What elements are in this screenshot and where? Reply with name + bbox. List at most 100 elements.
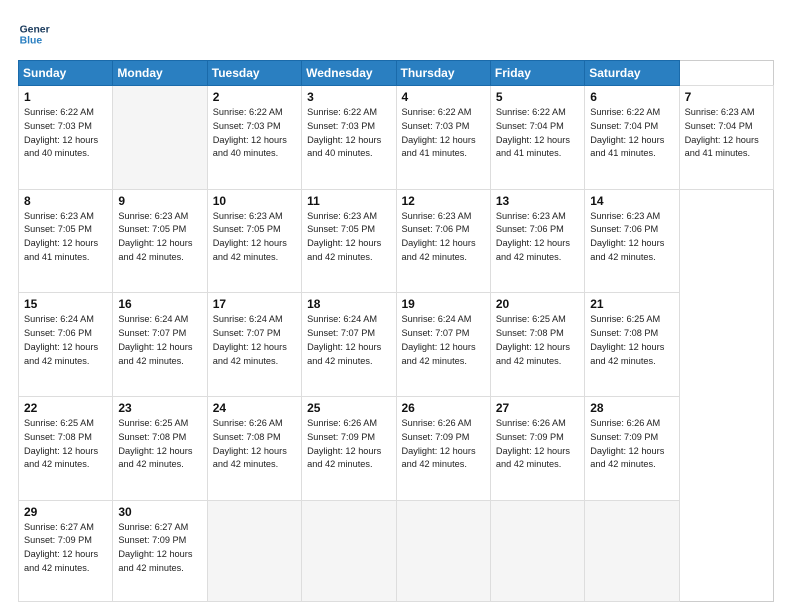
day-info: Sunrise: 6:25 AMSunset: 7:08 PMDaylight:… xyxy=(118,417,201,472)
calendar-day-cell: 18Sunrise: 6:24 AMSunset: 7:07 PMDayligh… xyxy=(302,293,396,397)
day-number: 5 xyxy=(496,90,579,104)
day-info: Sunrise: 6:26 AMSunset: 7:09 PMDaylight:… xyxy=(402,417,485,472)
day-info: Sunrise: 6:24 AMSunset: 7:07 PMDaylight:… xyxy=(307,313,390,368)
page: General Blue SundayMondayTuesdayWednesda… xyxy=(0,0,792,612)
day-number: 7 xyxy=(685,90,768,104)
calendar-day-cell: 1 Sunrise: 6:22 AMSunset: 7:03 PMDaylight… xyxy=(19,86,113,190)
day-info: Sunrise: 6:26 AMSunset: 7:08 PMDaylight:… xyxy=(213,417,296,472)
day-info: Sunrise: 6:27 AMSunset: 7:09 PMDaylight:… xyxy=(24,521,107,576)
logo-icon: General Blue xyxy=(18,18,50,50)
day-info: Sunrise: 6:22 AMSunset: 7:03 PMDaylight:… xyxy=(24,106,107,161)
calendar-day-cell: 4Sunrise: 6:22 AMSunset: 7:03 PMDaylight… xyxy=(396,86,490,190)
calendar-day-cell: 14 Sunrise: 6:23 AMSunset: 7:06 PMDayligh… xyxy=(585,189,679,293)
calendar-day-cell: 20 Sunrise: 6:25 AMSunset: 7:08 PMDayligh… xyxy=(490,293,584,397)
day-info: Sunrise: 6:22 AMSunset: 7:03 PMDaylight:… xyxy=(402,106,485,161)
day-info: Sunrise: 6:23 AMSunset: 7:06 PMDaylight:… xyxy=(496,210,579,265)
calendar-day-cell: 24 Sunrise: 6:26 AMSunset: 7:08 PMDayligh… xyxy=(207,396,301,500)
day-info: Sunrise: 6:25 AMSunset: 7:08 PMDaylight:… xyxy=(24,417,107,472)
day-info: Sunrise: 6:23 AMSunset: 7:05 PMDaylight:… xyxy=(24,210,107,265)
day-info: Sunrise: 6:24 AMSunset: 7:07 PMDaylight:… xyxy=(213,313,296,368)
calendar-day-cell: 5Sunrise: 6:22 AMSunset: 7:04 PMDaylight… xyxy=(490,86,584,190)
day-number: 11 xyxy=(307,194,390,208)
day-info: Sunrise: 6:23 AMSunset: 7:04 PMDaylight:… xyxy=(685,106,768,161)
day-number: 23 xyxy=(118,401,201,415)
calendar-day-cell: 16Sunrise: 6:24 AMSunset: 7:07 PMDayligh… xyxy=(113,293,207,397)
day-number: 28 xyxy=(590,401,673,415)
day-number: 13 xyxy=(496,194,579,208)
calendar-week-row: 1 Sunrise: 6:22 AMSunset: 7:03 PMDaylight… xyxy=(19,86,774,190)
day-info: Sunrise: 6:26 AMSunset: 7:09 PMDaylight:… xyxy=(496,417,579,472)
calendar-day-cell: 22 Sunrise: 6:25 AMSunset: 7:08 PMDayligh… xyxy=(19,396,113,500)
calendar-header-row: SundayMondayTuesdayWednesdayThursdayFrid… xyxy=(19,61,774,86)
calendar-week-row: 15 Sunrise: 6:24 AMSunset: 7:06 PMDayligh… xyxy=(19,293,774,397)
calendar-day-cell: 26 Sunrise: 6:26 AMSunset: 7:09 PMDayligh… xyxy=(396,396,490,500)
calendar-body: 1 Sunrise: 6:22 AMSunset: 7:03 PMDaylight… xyxy=(19,86,774,602)
svg-text:Blue: Blue xyxy=(20,36,43,47)
day-number: 2 xyxy=(213,90,296,104)
day-number: 26 xyxy=(402,401,485,415)
day-number: 14 xyxy=(590,194,673,208)
day-info: Sunrise: 6:24 AMSunset: 7:07 PMDaylight:… xyxy=(402,313,485,368)
day-info: Sunrise: 6:23 AMSunset: 7:06 PMDaylight:… xyxy=(590,210,673,265)
calendar-day-cell: 6Sunrise: 6:22 AMSunset: 7:04 PMDaylight… xyxy=(585,86,679,190)
day-number: 6 xyxy=(590,90,673,104)
day-number: 24 xyxy=(213,401,296,415)
day-info: Sunrise: 6:25 AMSunset: 7:08 PMDaylight:… xyxy=(496,313,579,368)
day-number: 19 xyxy=(402,297,485,311)
calendar-day-cell: 28Sunrise: 6:26 AMSunset: 7:09 PMDayligh… xyxy=(585,396,679,500)
calendar-day-cell: 12 Sunrise: 6:23 AMSunset: 7:06 PMDayligh… xyxy=(396,189,490,293)
day-number: 22 xyxy=(24,401,107,415)
calendar-day-cell: 10Sunrise: 6:23 AMSunset: 7:05 PMDayligh… xyxy=(207,189,301,293)
day-number: 17 xyxy=(213,297,296,311)
calendar-table: SundayMondayTuesdayWednesdayThursdayFrid… xyxy=(18,60,774,602)
calendar-day-cell: 27 Sunrise: 6:26 AMSunset: 7:09 PMDayligh… xyxy=(490,396,584,500)
day-number: 9 xyxy=(118,194,201,208)
day-info: Sunrise: 6:23 AMSunset: 7:05 PMDaylight:… xyxy=(307,210,390,265)
calendar-header-cell: Friday xyxy=(490,61,584,86)
calendar-day-cell: 9 Sunrise: 6:23 AMSunset: 7:05 PMDaylight… xyxy=(113,189,207,293)
calendar-day-cell: 23 Sunrise: 6:25 AMSunset: 7:08 PMDayligh… xyxy=(113,396,207,500)
day-number: 15 xyxy=(24,297,107,311)
calendar-day-cell: 11 Sunrise: 6:23 AMSunset: 7:05 PMDayligh… xyxy=(302,189,396,293)
logo: General Blue xyxy=(18,18,54,50)
calendar-header-cell: Tuesday xyxy=(207,61,301,86)
day-info: Sunrise: 6:26 AMSunset: 7:09 PMDaylight:… xyxy=(307,417,390,472)
day-info: Sunrise: 6:24 AMSunset: 7:06 PMDaylight:… xyxy=(24,313,107,368)
day-number: 21 xyxy=(590,297,673,311)
day-info: Sunrise: 6:23 AMSunset: 7:06 PMDaylight:… xyxy=(402,210,485,265)
day-info: Sunrise: 6:23 AMSunset: 7:05 PMDaylight:… xyxy=(118,210,201,265)
calendar-day-cell: 30Sunrise: 6:27 AMSunset: 7:09 PMDayligh… xyxy=(113,500,207,601)
calendar-day-cell xyxy=(113,86,207,190)
day-info: Sunrise: 6:22 AMSunset: 7:03 PMDaylight:… xyxy=(307,106,390,161)
day-number: 27 xyxy=(496,401,579,415)
calendar-header-cell: Saturday xyxy=(585,61,679,86)
calendar-week-row: 22 Sunrise: 6:25 AMSunset: 7:08 PMDayligh… xyxy=(19,396,774,500)
calendar-day-cell: 21 Sunrise: 6:25 AMSunset: 7:08 PMDayligh… xyxy=(585,293,679,397)
calendar-day-cell: 25 Sunrise: 6:26 AMSunset: 7:09 PMDayligh… xyxy=(302,396,396,500)
day-number: 12 xyxy=(402,194,485,208)
day-info: Sunrise: 6:27 AMSunset: 7:09 PMDaylight:… xyxy=(118,521,201,576)
day-number: 20 xyxy=(496,297,579,311)
day-number: 25 xyxy=(307,401,390,415)
day-number: 8 xyxy=(24,194,107,208)
calendar-day-cell: 19 Sunrise: 6:24 AMSunset: 7:07 PMDayligh… xyxy=(396,293,490,397)
svg-text:General: General xyxy=(20,24,50,35)
calendar-header-cell: Sunday xyxy=(19,61,113,86)
calendar-week-row: 29Sunrise: 6:27 AMSunset: 7:09 PMDayligh… xyxy=(19,500,774,601)
calendar-day-cell: 15 Sunrise: 6:24 AMSunset: 7:06 PMDayligh… xyxy=(19,293,113,397)
calendar-day-cell: 17 Sunrise: 6:24 AMSunset: 7:07 PMDayligh… xyxy=(207,293,301,397)
calendar-day-cell xyxy=(585,500,679,601)
calendar-day-cell xyxy=(302,500,396,601)
calendar-day-cell: 13 Sunrise: 6:23 AMSunset: 7:06 PMDayligh… xyxy=(490,189,584,293)
calendar-header-cell: Wednesday xyxy=(302,61,396,86)
header: General Blue xyxy=(18,18,774,50)
calendar-day-cell: 8 Sunrise: 6:23 AMSunset: 7:05 PMDaylight… xyxy=(19,189,113,293)
day-number: 1 xyxy=(24,90,107,104)
calendar-header-cell: Thursday xyxy=(396,61,490,86)
day-info: Sunrise: 6:25 AMSunset: 7:08 PMDaylight:… xyxy=(590,313,673,368)
day-info: Sunrise: 6:23 AMSunset: 7:05 PMDaylight:… xyxy=(213,210,296,265)
calendar-day-cell: 7 Sunrise: 6:23 AMSunset: 7:04 PMDaylight… xyxy=(679,86,773,190)
calendar-header-cell: Monday xyxy=(113,61,207,86)
day-info: Sunrise: 6:22 AMSunset: 7:03 PMDaylight:… xyxy=(213,106,296,161)
calendar-day-cell xyxy=(396,500,490,601)
